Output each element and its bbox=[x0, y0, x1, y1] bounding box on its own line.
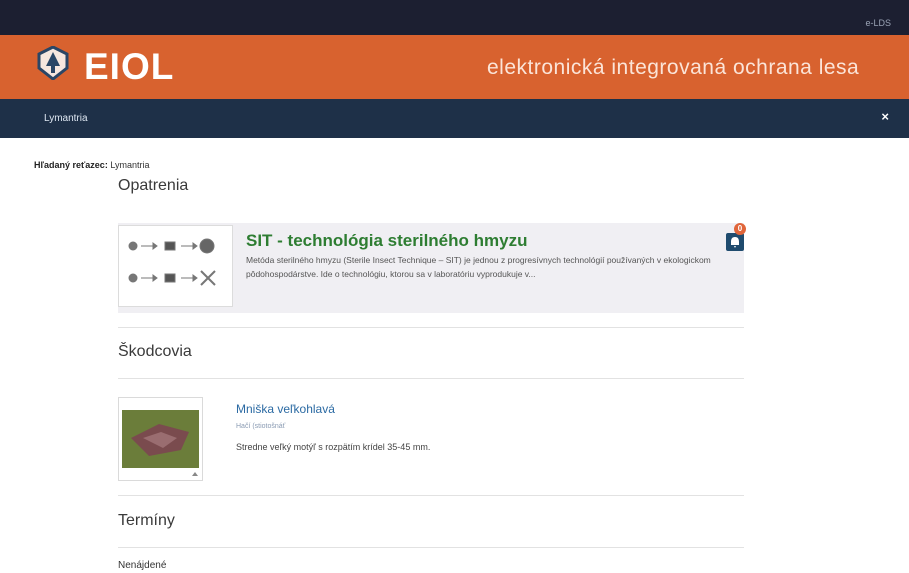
search-label: Hľadaný reťazec: bbox=[34, 160, 108, 170]
top-link[interactable]: e-LDS bbox=[865, 18, 891, 28]
pest-description: Stredne veľký motýľ s rozpätím krídel 35… bbox=[236, 442, 431, 452]
section-divider bbox=[118, 378, 744, 379]
sit-diagram-icon bbox=[128, 238, 216, 286]
sit-diagram-image bbox=[118, 225, 233, 307]
eiol-logo-icon[interactable] bbox=[36, 46, 70, 80]
brand-tagline: elektronická integrovaná ochrana lesa bbox=[487, 56, 860, 79]
pest-title[interactable]: Mniška veľkohlavá bbox=[236, 402, 335, 416]
measure-title[interactable]: SIT - technológia sterilného hmyzu bbox=[246, 231, 527, 251]
pest-latin-name: Hačí (stiotošnáť bbox=[236, 423, 286, 430]
terms-empty-text: Nenájdené bbox=[118, 560, 167, 571]
nav-item-lymantria[interactable]: Lymantria bbox=[44, 113, 88, 124]
measure-excerpt: Metóda sterilného hmyzu (Sterile Insect … bbox=[246, 255, 711, 279]
brand-title[interactable]: EIOL bbox=[84, 43, 174, 91]
section-divider bbox=[118, 495, 744, 496]
section-title-terms: Termíny bbox=[118, 512, 175, 529]
nav-bar: Lymantria × bbox=[0, 99, 909, 138]
close-icon[interactable]: × bbox=[881, 109, 889, 124]
moth-image-icon bbox=[122, 410, 199, 476]
section-divider bbox=[118, 547, 744, 548]
notification-badge: 0 bbox=[734, 223, 746, 235]
bell-icon[interactable] bbox=[726, 233, 744, 251]
top-bar: e-LDS bbox=[0, 0, 909, 35]
search-query: Lymantria bbox=[110, 160, 150, 170]
measure-card[interactable]: SIT - technológia sterilného hmyzu Metód… bbox=[118, 223, 746, 313]
search-summary: Hľadaný reťazec: Lymantria bbox=[34, 160, 150, 170]
section-divider bbox=[118, 327, 744, 328]
section-title-measures: Opatrenia bbox=[118, 177, 189, 194]
header: EIOL elektronická integrovaná ochrana le… bbox=[0, 35, 909, 99]
pest-photo[interactable] bbox=[118, 397, 203, 481]
section-title-pests: Škodcovia bbox=[118, 343, 192, 360]
